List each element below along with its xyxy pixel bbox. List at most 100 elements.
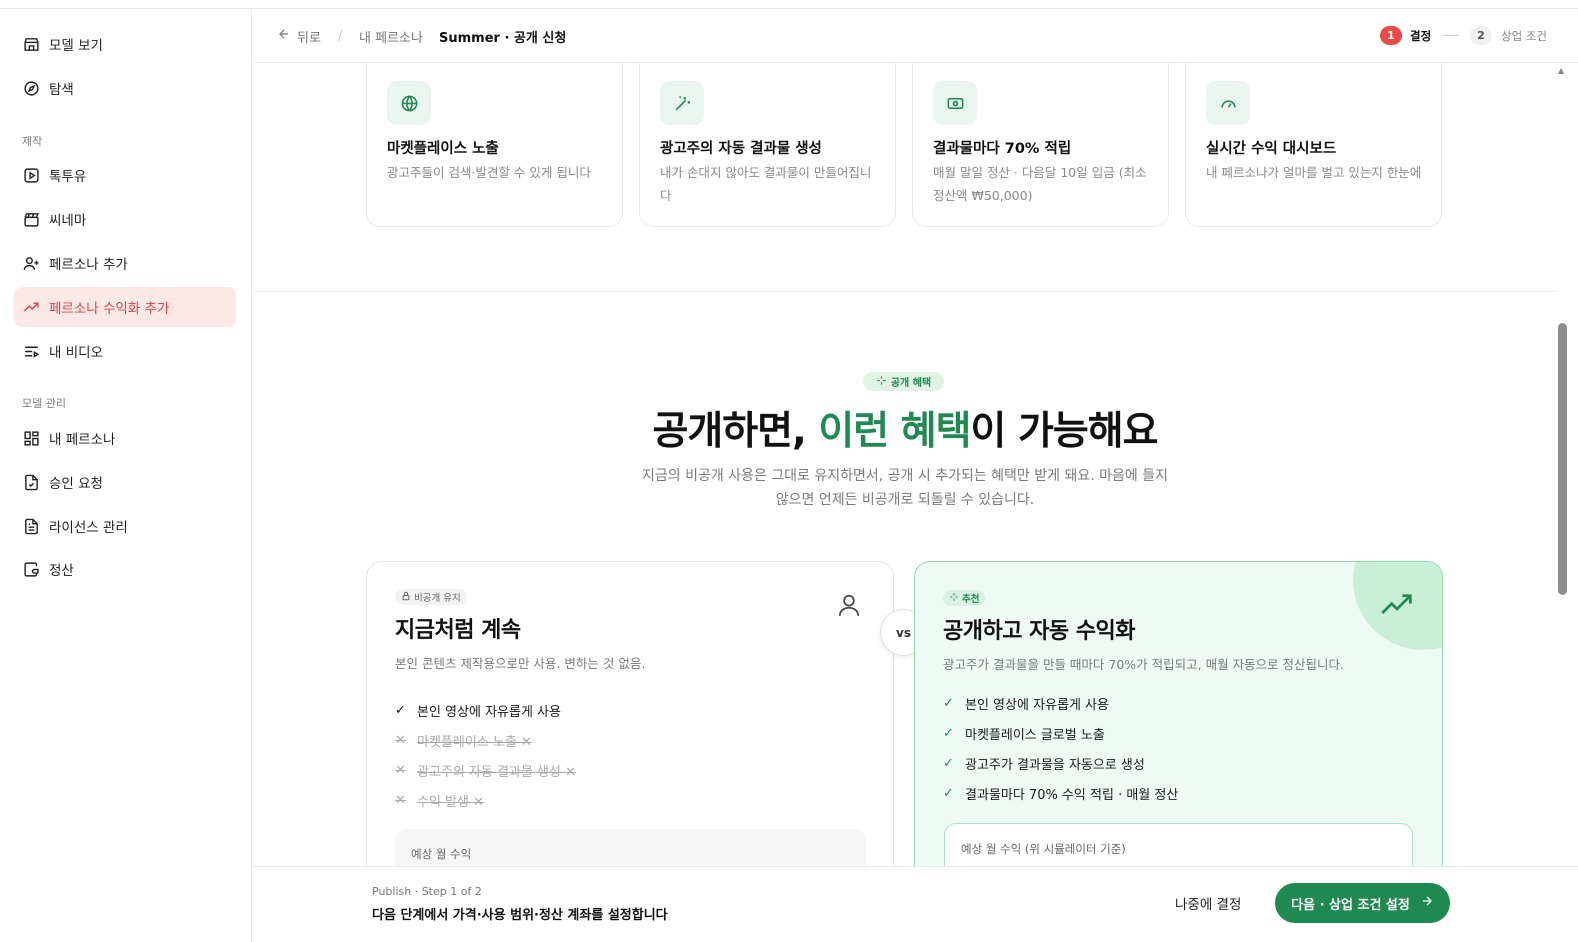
list-item-text: 광고주가 결과물을 자동으로 생성 — [965, 757, 1145, 773]
check-icon: ✓ — [943, 695, 954, 711]
breadcrumb-current: Summer · 공개 신청 — [439, 30, 567, 46]
list-item: ✓ 본인 영상에 자유롭게 사용 — [395, 695, 576, 725]
sparkle-icon — [876, 375, 887, 389]
list-item: ✕ 광고주의 자동 결과물 생성 ✕ — [395, 755, 576, 785]
sidebar-item-talk-to-you[interactable]: 톡투유 — [14, 155, 236, 195]
headline-highlight: 이런 혜택 — [818, 409, 971, 454]
feature-desc: 내 페르소나가 얼마를 벌고 있는지 한눈에 — [1206, 165, 1422, 180]
feature-desc: 내가 손대지 않아도 결과물이 만들어집니다 — [660, 165, 872, 203]
footer-bar: Publish · Step 1 of 2 다음 단계에서 가격·사용 범위·정… — [253, 866, 1578, 942]
feature-desc: 매월 말일 정산 · 다음달 10일 입금 (최소 정산액 ₩50,000) — [933, 165, 1147, 203]
video-list-icon — [22, 342, 40, 360]
public-desc: 광고주가 결과물을 만들 때마다 70%가 적립되고, 매월 자동으로 정산됩니… — [943, 657, 1345, 672]
user-icon — [836, 591, 862, 623]
clapperboard-icon — [22, 210, 40, 228]
estimate-label: 예상 월 수익 (위 시뮬레이터 기준) — [961, 842, 1126, 856]
private-title: 지금처럼 계속 — [395, 618, 521, 643]
compass-icon — [22, 79, 40, 97]
top-strip — [0, 0, 1578, 9]
option-card-public[interactable]: 추천 공개하고 자동 수익화 광고주가 결과물을 만들 때마다 70%가 적립되… — [914, 561, 1443, 901]
feature-card-auto-output: 광고주의 자동 결과물 생성 내가 손대지 않아도 결과물이 만들어집니다 — [639, 63, 896, 227]
wallet-icon — [22, 560, 40, 578]
section-divider — [253, 291, 1560, 292]
play-square-icon — [22, 166, 40, 184]
public-feature-list: ✓ 본인 영상에 자유롭게 사용 ✓ 마켓플레이스 글로벌 노출 ✓ 광고주가 결과물… — [943, 688, 1178, 808]
feature-title: 실시간 수익 대시보드 — [1206, 141, 1337, 157]
headline-part-b: 이 가능해요 — [970, 409, 1159, 454]
list-item-text: 마켓플레이스 글로벌 노출 — [965, 727, 1105, 743]
arrow-left-icon — [277, 27, 291, 45]
private-feature-list: ✓ 본인 영상에 자유롭게 사용 ✕ 마켓플레이스 노출 ✕ ✕ 광고주의 자동 결과… — [395, 695, 576, 815]
sidebar-item-explore[interactable]: 탐색 — [14, 68, 236, 108]
scrollbar-thumb[interactable] — [1558, 323, 1567, 595]
list-item-text: 본인 영상에 자유롭게 사용 — [965, 697, 1109, 713]
private-tag: 비공개 유지 — [395, 589, 467, 605]
list-item: ✓ 본인 영상에 자유롭게 사용 — [943, 688, 1178, 718]
sidebar-section-manage: 모델 관리 — [22, 397, 66, 410]
sidebar-item-persona-monetize[interactable]: 페르소나 수익화 추가 — [14, 287, 236, 327]
arrow-right-icon — [1420, 894, 1434, 912]
sidebar-item-model-view[interactable]: 모델 보기 — [14, 24, 236, 64]
headline-part-a: 공개하면, — [652, 409, 819, 454]
next-button[interactable]: 다음 · 상업 조건 설정 — [1275, 883, 1450, 923]
sidebar-item-label: 페르소나 추가 — [49, 257, 128, 273]
lock-icon — [401, 591, 411, 604]
sidebar-item-label: 라이선스 관리 — [49, 520, 128, 536]
sidebar-item-approval[interactable]: 승인 요청 — [14, 462, 236, 502]
estimate-label: 예상 월 수익 — [411, 847, 472, 861]
list-item: ✓ 광고주가 결과물을 자동으로 생성 — [943, 748, 1178, 778]
benefits-pill: 공개 혜택 — [863, 372, 944, 391]
feature-title: 광고주의 자동 결과물 생성 — [660, 141, 822, 157]
list-item-text: 마켓플레이스 노출 ✕ — [417, 734, 532, 750]
back-link[interactable]: 뒤로 — [277, 9, 321, 63]
feature-card-marketplace: 마켓플레이스 노출 광고주들이 검색·발견할 수 있게 됩니다 — [366, 63, 623, 227]
trending-up-icon — [22, 298, 40, 316]
step-connector — [1443, 35, 1459, 36]
x-icon: ✕ — [395, 732, 406, 748]
x-icon: ✕ — [395, 762, 406, 778]
sidebar-item-label: 내 페르소나 — [49, 432, 116, 448]
sidebar-item-cinema[interactable]: 씨네마 — [14, 199, 236, 239]
user-plus-icon — [22, 254, 40, 272]
option-card-private[interactable]: 비공개 유지 지금처럼 계속 본인 콘텐츠 제작용으로만 사용. 변하는 것 없… — [366, 561, 894, 901]
footer-step: Publish · Step 1 of 2 — [372, 885, 482, 898]
decide-later-button[interactable]: 나중에 결정 — [1175, 893, 1241, 913]
sidebar-item-my-persona[interactable]: 내 페르소나 — [14, 418, 236, 458]
list-item: ✓ 결과물마다 70% 수익 적립 · 매월 정산 — [943, 778, 1178, 808]
sparkle-icon — [949, 592, 959, 605]
trending-up-icon — [1381, 594, 1413, 620]
feature-title: 마켓플레이스 노출 — [387, 141, 499, 157]
sidebar-item-settlement[interactable]: 정산 — [14, 549, 236, 589]
magic-wand-icon — [660, 81, 704, 125]
feature-title: 결과물마다 70% 적립 — [933, 141, 1072, 157]
sidebar-item-license[interactable]: 라이선스 관리 — [14, 506, 236, 546]
feature-card-dashboard: 실시간 수익 대시보드 내 페르소나가 얼마를 벌고 있는지 한눈에 — [1185, 63, 1442, 227]
benefits-pill-label: 공개 혜택 — [890, 378, 932, 389]
list-item-text: 결과물마다 70% 수익 적립 · 매월 정산 — [965, 787, 1179, 803]
file-text-icon — [22, 517, 40, 535]
store-icon — [22, 35, 40, 53]
sidebar-item-label: 탐색 — [49, 82, 74, 98]
sidebar-item-label: 톡투유 — [49, 169, 87, 185]
banknote-icon — [933, 81, 977, 125]
sidebar-item-label: 페르소나 수익화 추가 — [49, 301, 170, 317]
breadcrumb-parent[interactable]: 내 페르소나 — [359, 9, 423, 63]
sidebar-item-add-persona[interactable]: 페르소나 추가 — [14, 243, 236, 283]
list-item: ✓ 마켓플레이스 글로벌 노출 — [943, 718, 1178, 748]
breadcrumb-separator: / — [338, 28, 343, 44]
check-icon: ✓ — [395, 702, 406, 718]
public-title: 공개하고 자동 수익화 — [943, 619, 1135, 644]
scroll-up-arrow-icon[interactable]: ▲ — [1558, 66, 1564, 75]
check-icon: ✓ — [943, 785, 954, 801]
step-1-label: 결정 — [1410, 28, 1432, 43]
list-item-text: 본인 영상에 자유롭게 사용 — [417, 704, 561, 720]
step-2-badge: 2 — [1470, 26, 1492, 45]
feature-card-revenue-share: 결과물마다 70% 적립 매월 말일 정산 · 다음달 10일 입금 (최소 정… — [912, 63, 1169, 227]
sidebar-item-label: 모델 보기 — [49, 38, 103, 54]
list-item: ✕ 마켓플레이스 노출 ✕ — [395, 725, 576, 755]
gauge-icon — [1206, 81, 1250, 125]
sidebar-item-my-videos[interactable]: 내 비디오 — [14, 331, 236, 371]
benefits-subline: 지금의 비공개 사용은 그대로 유지하면서, 공개 시 추가되는 혜택만 받게 … — [642, 468, 1168, 508]
next-button-label: 다음 · 상업 조건 설정 — [1291, 897, 1410, 913]
grid-icon — [22, 429, 40, 447]
